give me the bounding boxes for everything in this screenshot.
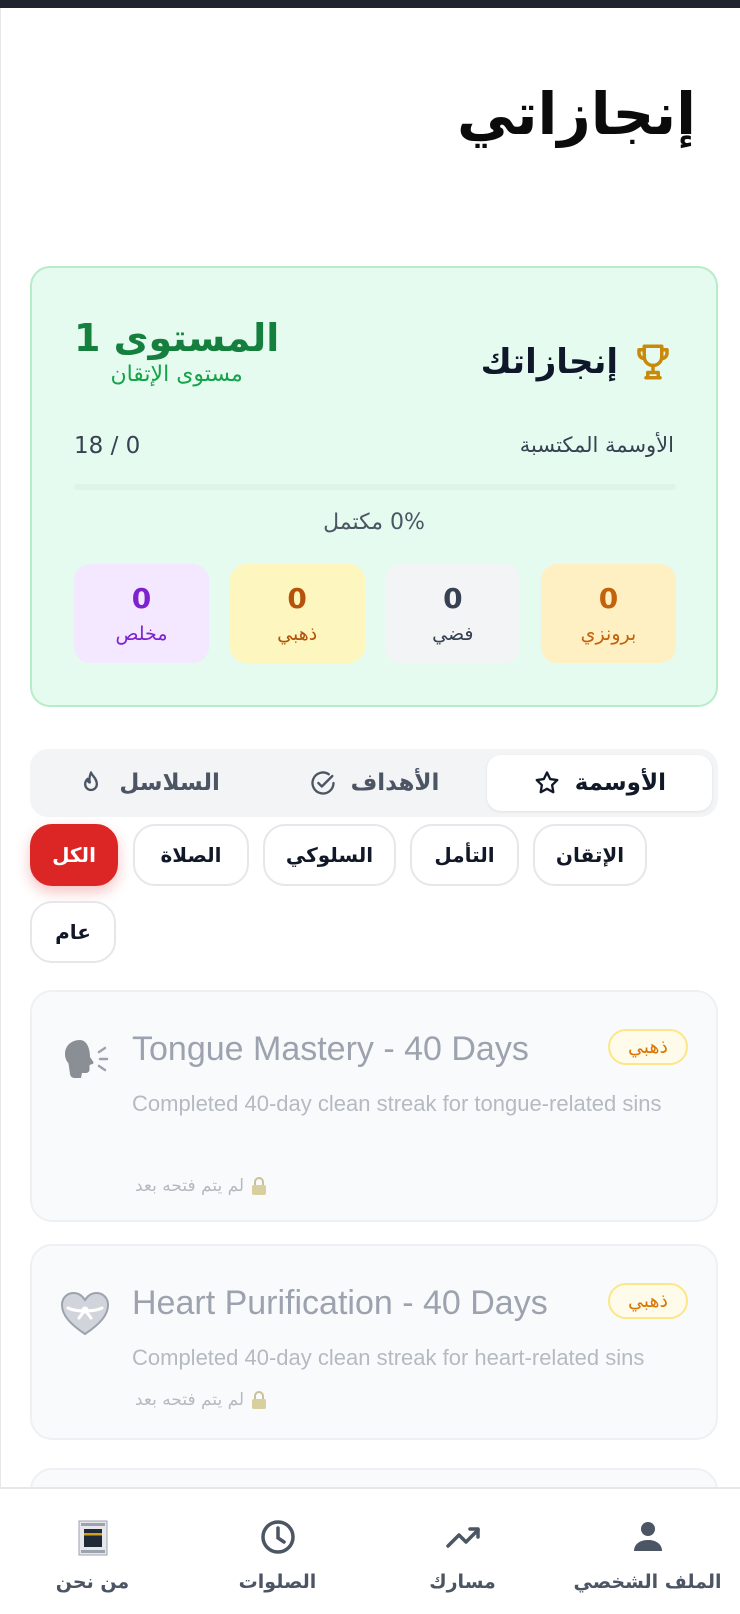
tab-label: الأوسمة	[574, 770, 666, 796]
kaaba-icon	[78, 1520, 107, 1556]
achievement-title: Tongue Mastery - 40 Days	[132, 1030, 529, 1068]
locked-text: لم يتم فتحه بعد	[135, 1390, 245, 1410]
summary-header: إنجازاتك	[481, 340, 674, 384]
achievement-description: Completed 40-day clean streak for tongue…	[132, 1091, 662, 1116]
tier-count: 0	[287, 582, 307, 615]
tier-stats: 0 برونزي 0 فضي 0 ذهبي 0 مخلص	[74, 564, 676, 663]
achievement-description: Completed 40-day clean streak for heart-…	[132, 1345, 645, 1370]
gold-badge: ذهبي	[607, 1283, 688, 1319]
filter-meditation[interactable]: التأمل	[410, 824, 519, 886]
achievements-summary-card: إنجازاتك المستوى 1 مستوى الإتقان الأوسمة…	[30, 266, 718, 707]
level-value: المستوى 1	[74, 316, 280, 360]
page-title: إنجازاتي	[457, 80, 696, 148]
progress-bar	[74, 484, 676, 490]
nav-path[interactable]: مسارك	[370, 1489, 555, 1614]
level-block: المستوى 1 مستوى الإتقان	[74, 316, 279, 387]
gold-badge: ذهبي	[607, 1029, 688, 1065]
tab-label: السلاسل	[119, 770, 220, 796]
tier-label: فضي	[432, 623, 474, 645]
flame-icon	[84, 771, 99, 792]
tier-gold: 0 ذهبي	[229, 564, 365, 663]
achievement-card[interactable]: Tongue Mastery - 40 Days Completed 40-da…	[30, 990, 718, 1222]
star-icon	[535, 771, 559, 794]
tier-label: مخلص	[115, 623, 168, 645]
nav-label: الصلوات	[238, 1571, 317, 1593]
tab-streaks[interactable]: السلاسل	[36, 755, 261, 811]
tab-bar: الأوسمة الأهداف السلاسل	[30, 749, 718, 817]
person-icon	[633, 1522, 662, 1551]
achievement-card[interactable]: Heart Purification - 40 Days Completed 4…	[30, 1244, 718, 1440]
speaking-head-icon	[65, 1040, 109, 1078]
check-circle-icon	[310, 771, 335, 795]
status-bar	[0, 0, 740, 8]
locked-status: لم يتم فتحه بعد	[135, 1390, 268, 1410]
filter-prayer[interactable]: الصلاة	[133, 824, 249, 886]
lock-icon	[252, 1177, 267, 1195]
nav-profile[interactable]: الملف الشخصي	[555, 1489, 740, 1614]
trending-up-icon	[445, 1527, 480, 1548]
lock-icon	[252, 1391, 267, 1409]
achievement-title: Heart Purification - 40 Days	[132, 1284, 548, 1322]
tab-goals[interactable]: الأهداف	[261, 755, 486, 811]
filter-all[interactable]: الكل	[30, 824, 118, 886]
tier-label: ذهبي	[277, 623, 318, 645]
nav-label: الملف الشخصي	[573, 1571, 722, 1593]
tier-count: 0	[131, 582, 152, 615]
progress-text: 0% مكتمل	[323, 510, 425, 535]
nav-prayers[interactable]: الصلوات	[185, 1489, 370, 1614]
nav-about[interactable]: من نحن	[0, 1489, 185, 1614]
tier-count: 0	[598, 582, 619, 615]
screen: إنجازاتي إنجازاتك المستوى 1 مستوى الإتقا…	[0, 8, 740, 1614]
filter-behavioral[interactable]: السلوكي	[263, 824, 396, 886]
medals-count: 18 / 0	[74, 433, 141, 459]
tier-silver: 0 فضي	[385, 564, 521, 663]
summary-title: إنجازاتك	[480, 342, 618, 382]
clock-icon	[260, 1520, 295, 1554]
tier-label: برونزي	[580, 623, 637, 645]
medals-label: الأوسمة المكتسبة	[519, 433, 674, 457]
trophy-icon	[637, 344, 669, 380]
heart-ribbon-icon	[60, 1291, 110, 1336]
tier-sincere: 0 مخلص	[74, 564, 209, 663]
locked-status: لم يتم فتحه بعد	[135, 1176, 268, 1196]
locked-text: لم يتم فتحه بعد	[135, 1176, 245, 1196]
bottom-navigation: الملف الشخصي مسارك الصلوات من نحن	[0, 1487, 740, 1614]
nav-label: من نحن	[55, 1571, 130, 1593]
tier-count: 0	[443, 582, 463, 615]
nav-label: مسارك	[429, 1571, 496, 1593]
filter-general[interactable]: عام	[30, 901, 116, 963]
tier-bronze: 0 برونزي	[540, 564, 676, 663]
tab-medals[interactable]: الأوسمة	[486, 755, 712, 811]
level-subtitle: مستوى الإتقان	[110, 362, 243, 387]
tab-label: الأهداف	[350, 770, 440, 796]
filter-mastery[interactable]: الإتقان	[533, 824, 647, 886]
